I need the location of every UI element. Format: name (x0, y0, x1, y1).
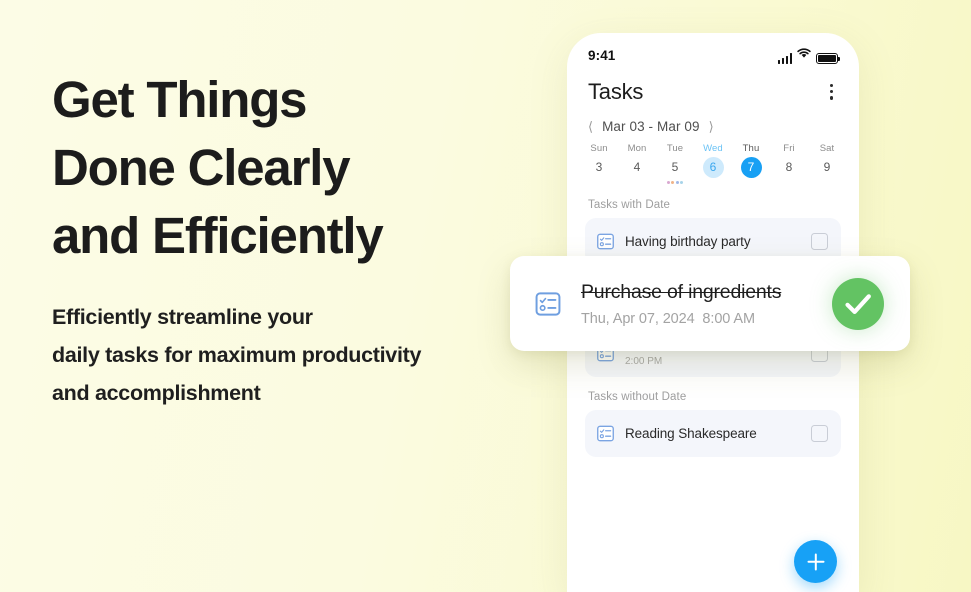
task-list-icon (596, 424, 615, 443)
task-time: 2:00 PM (625, 356, 663, 368)
page-subtitle: Efficiently streamline your daily tasks … (52, 305, 422, 405)
section-label: Tasks without Date (588, 390, 687, 403)
highlighted-task-meta: Thu, Apr 07, 2024 8:00 AM (581, 310, 755, 327)
event-dot (680, 180, 684, 184)
task-row[interactable]: Reading Shakespeare (585, 409, 841, 457)
highlighted-task-title: Purchase of ingredients (581, 280, 782, 303)
day-of-week-label: Sun (590, 142, 608, 154)
week-day-strip: Sun 3 Mon 4 Tue 5 Wed 6 Thu 7 Fri 8 Sat 9 (567, 134, 859, 185)
day-of-week-label: Tue (666, 142, 684, 154)
day-number: 6 (702, 156, 724, 178)
day-number: 9 (823, 159, 831, 174)
week-navigator: ⟨ Mar 03 - Mar 09 ⟩ (567, 106, 859, 134)
day-number: 8 (785, 159, 793, 174)
marketing-copy: Get Things Done Clearly and Efficiently … (52, 66, 522, 412)
promo-stage: Get Things Done Clearly and Efficiently … (0, 0, 971, 592)
task-title: Having birthday party (625, 233, 751, 249)
day-of-week-label: Fri (783, 142, 795, 154)
day-event-dots (694, 181, 732, 185)
task-checkbox[interactable] (811, 424, 828, 442)
day-number: 3 (595, 159, 603, 174)
week-range-label: Mar 03 - Mar 09 (602, 118, 700, 134)
battery-full-icon (816, 53, 841, 64)
app-title: Tasks (588, 78, 644, 104)
kebab-menu-icon[interactable] (825, 78, 838, 106)
task-checkbox[interactable] (811, 232, 828, 250)
check-circle-icon[interactable] (832, 277, 884, 330)
day-cell-wed[interactable]: Wed 6 (694, 143, 732, 185)
event-dot (671, 180, 675, 184)
day-cell-thu[interactable]: Thu 7 (732, 143, 770, 185)
page-title: Get Things Done Clearly and Efficiently (52, 71, 384, 264)
task-text: Reading Shakespeare (615, 426, 811, 441)
day-of-week-label: Thu (742, 142, 760, 154)
highlighted-task-card[interactable]: Purchase of ingredients Thu, Apr 07, 202… (510, 256, 910, 351)
day-of-week-label: Wed (703, 142, 723, 154)
day-of-week-label: Mon (627, 142, 647, 154)
day-number: 4 (633, 159, 641, 174)
day-event-dots (808, 181, 846, 185)
task-title: Reading Shakespeare (625, 425, 757, 441)
day-number: 5 (671, 159, 679, 174)
chevron-right-icon[interactable]: ⟩ (709, 120, 714, 133)
cellular-signal-icon (777, 53, 792, 64)
day-cell-fri[interactable]: Fri 8 (770, 143, 808, 185)
event-dot (666, 180, 670, 184)
day-cell-sat[interactable]: Sat 9 (808, 143, 846, 185)
day-event-dots (732, 181, 770, 185)
section-label: Tasks with Date (588, 198, 671, 211)
day-event-dots (656, 180, 694, 185)
status-bar-icons (777, 46, 841, 64)
app-bar: Tasks (567, 67, 859, 106)
day-of-week-label: Sat (819, 142, 835, 154)
day-event-dots (770, 181, 808, 185)
wifi-icon (797, 46, 811, 64)
day-cell-sun[interactable]: Sun 3 (580, 143, 618, 185)
day-event-dots (618, 181, 656, 185)
day-cell-mon[interactable]: Mon 4 (618, 143, 656, 185)
highlighted-task-text: Purchase of ingredients Thu, Apr 07, 202… (562, 281, 832, 327)
status-bar-clock: 9:41 (588, 47, 616, 63)
task-list-icon (534, 290, 562, 318)
task-list-icon (596, 232, 615, 251)
status-bar: 9:41 (567, 33, 859, 67)
day-number: 7 (740, 156, 762, 178)
task-text: Having birthday party (615, 234, 811, 249)
add-task-fab[interactable] (794, 540, 837, 583)
day-event-dots (580, 181, 618, 185)
day-cell-tue[interactable]: Tue 5 (656, 143, 694, 185)
chevron-left-icon[interactable]: ⟨ (588, 120, 593, 133)
event-dot (675, 180, 679, 184)
task-list: Reading Shakespeare (567, 409, 859, 457)
